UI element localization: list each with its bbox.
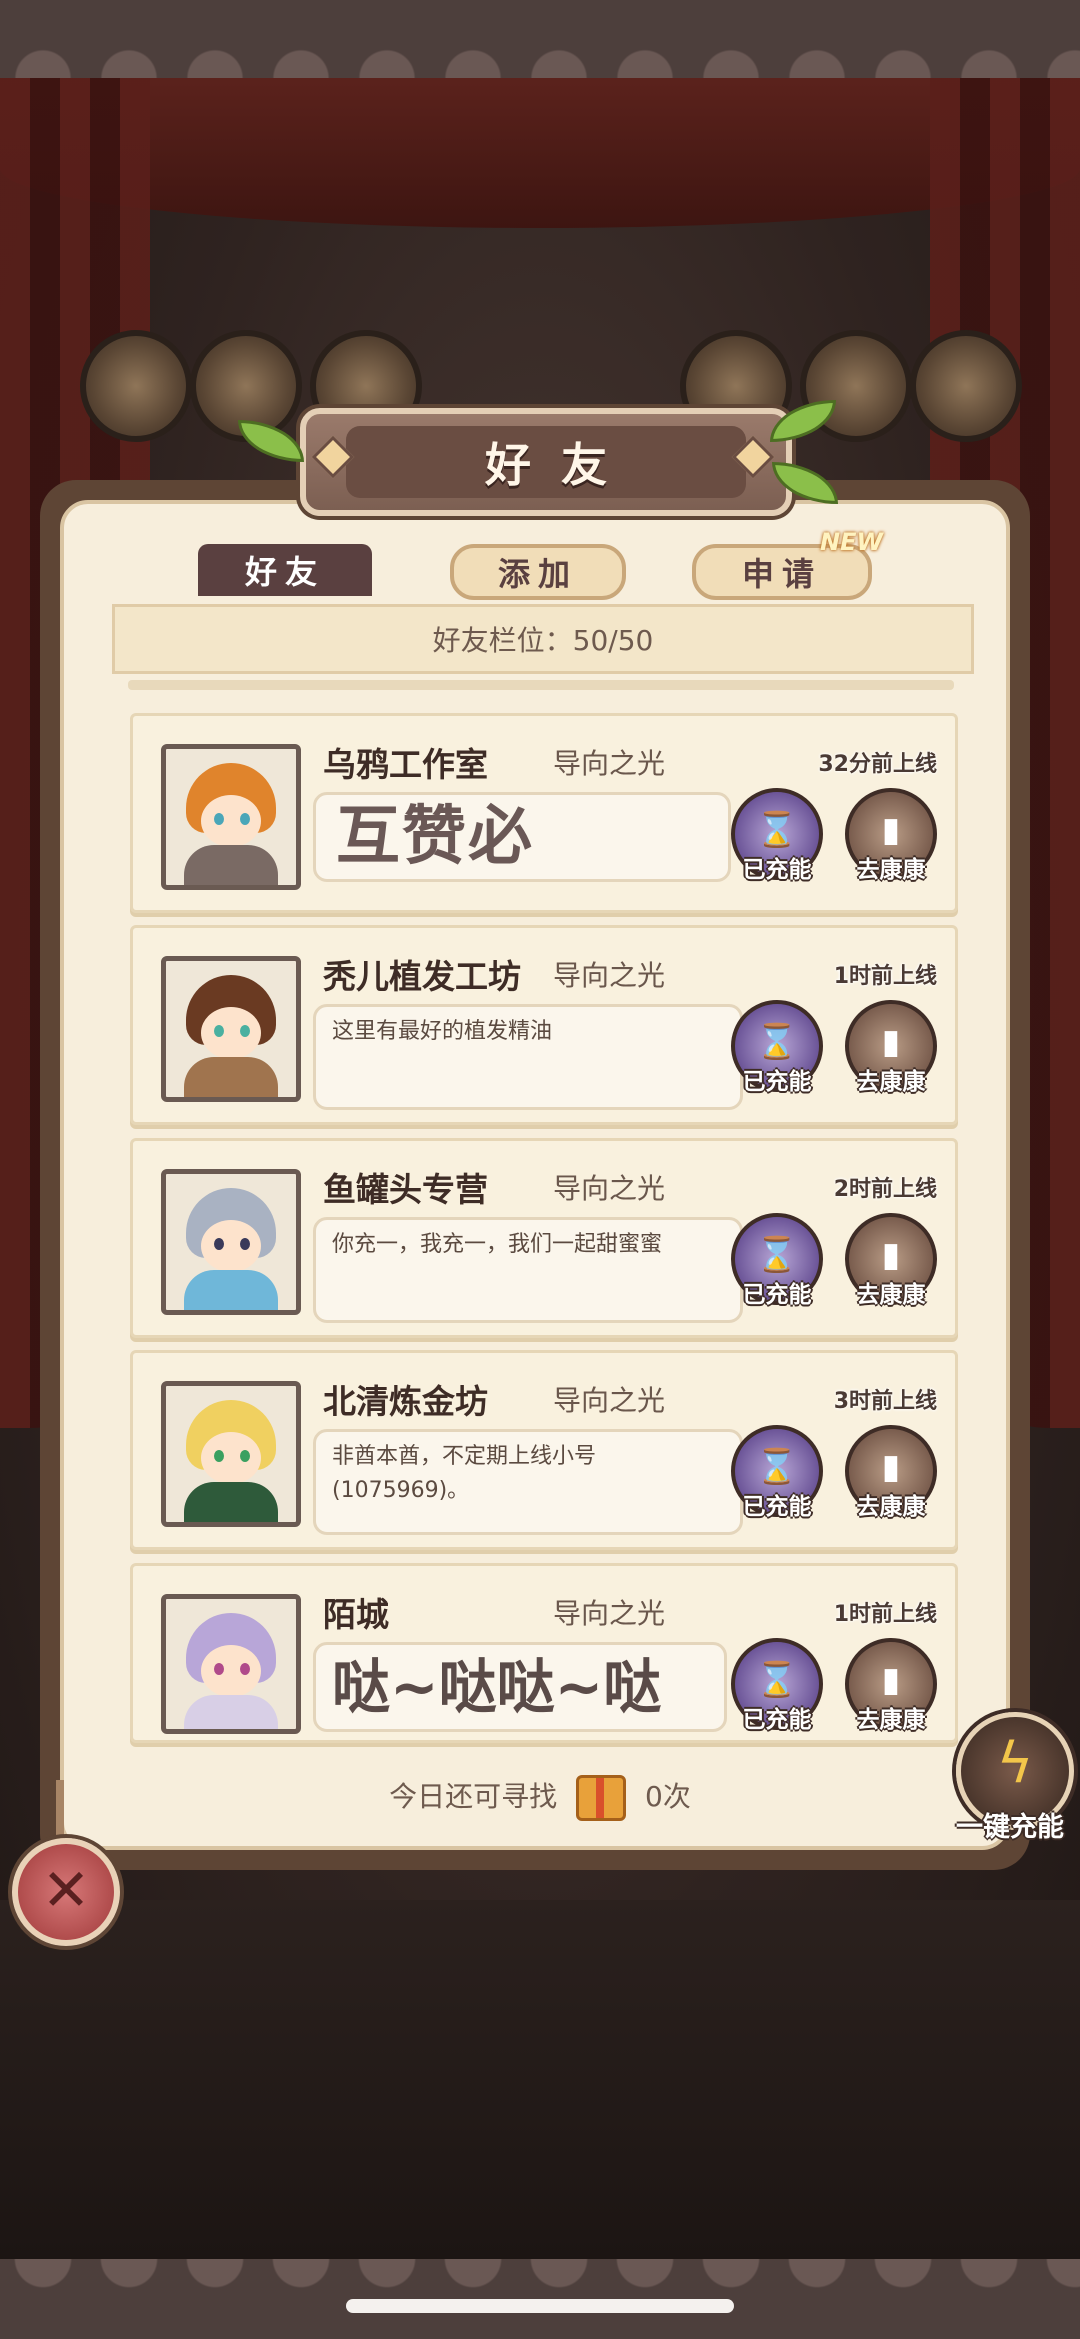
avatar-body [184, 845, 278, 885]
visit-label: 去康康 [856, 857, 926, 883]
charge-label: 已充能 [742, 1069, 812, 1095]
charge-all-label[interactable]: 一键充能 [946, 1805, 1074, 1844]
charge-label: 已充能 [742, 1494, 812, 1520]
last-online: 3时前上线 [833, 1389, 937, 1414]
avatar-face [201, 1220, 261, 1272]
avatar-body [184, 1057, 278, 1097]
avatar[interactable] [161, 1381, 301, 1527]
visit-label: 去康康 [856, 1494, 926, 1520]
visit-label: 去康康 [856, 1707, 926, 1733]
charge-label: 已充能 [742, 1282, 812, 1308]
visit-button[interactable]: ▮ 去康康 [843, 1425, 939, 1520]
last-online: 1时前上线 [833, 964, 937, 989]
charge-button[interactable]: ⌛ 已充能 [729, 1000, 825, 1095]
visit-label: 去康康 [856, 1069, 926, 1095]
avatar[interactable] [161, 1169, 301, 1315]
friend-slots-label: 好友栏位：50/50 [432, 624, 654, 657]
avatar-eye [240, 1663, 250, 1675]
last-online: 32分前上线 [818, 752, 937, 777]
avatar-eye [214, 1450, 224, 1462]
avatar-body [184, 1695, 278, 1729]
avatar-eye [214, 813, 224, 825]
avatar-face [201, 1432, 261, 1484]
last-online: 1时前上线 [833, 1602, 937, 1627]
daily-search-label: 今日还可寻找 [389, 1780, 558, 1813]
avatar-eye [240, 813, 250, 825]
shelf-item [80, 330, 192, 442]
title-plate: 好友 [300, 408, 792, 516]
rope-decoration [56, 1780, 64, 1840]
avatar-face [201, 795, 261, 847]
charge-label: 已充能 [742, 1707, 812, 1733]
avatar-eye [214, 1025, 224, 1037]
avatar-face [201, 1645, 261, 1697]
friend-card: 陌城 导向之光 1时前上线 哒~哒哒~哒 ⌛ 已充能 ▮ 去康康 [130, 1563, 958, 1743]
friend-card: 乌鸦工作室 导向之光 32分前上线 互赞必 ⌛ 已充能 ▮ 去康康 [130, 713, 958, 913]
charge-button[interactable]: ⌛ 已充能 [729, 1213, 825, 1308]
friend-card: 鱼罐头专营 导向之光 2时前上线 你充一，我充一，我们一起甜蜜蜜 ⌛ 已充能 ▮… [130, 1138, 958, 1338]
top-status-bar [0, 0, 1080, 78]
friend-name: 秃儿植发工坊 [323, 957, 521, 996]
avatar[interactable] [161, 744, 301, 890]
friend-message: 这里有最好的植发精油 [313, 1004, 743, 1110]
page-title: 好友 [485, 438, 637, 492]
avatar-body [184, 1270, 278, 1310]
avatar[interactable] [161, 1594, 301, 1734]
visit-label: 去康康 [856, 1282, 926, 1308]
friend-message: 非酋本酋，不定期上线小号(1075969)。 [313, 1429, 743, 1535]
friend-name: 北清炼金坊 [323, 1382, 488, 1421]
friend-server: 导向之光 [553, 1384, 666, 1417]
visit-button[interactable]: ▮ 去康康 [843, 1638, 939, 1733]
friend-message: 哒~哒哒~哒 [313, 1642, 727, 1732]
avatar[interactable] [161, 956, 301, 1102]
title-plate-inner: 好友 [346, 426, 746, 498]
friend-slots-bar: 好友栏位：50/50 [112, 604, 974, 674]
visit-button[interactable]: ▮ 去康康 [843, 1213, 939, 1308]
last-online: 2时前上线 [833, 1177, 937, 1202]
friend-name: 乌鸦工作室 [323, 745, 488, 784]
tab-add[interactable]: 添加 [450, 544, 626, 600]
new-badge: NEW [820, 528, 883, 556]
avatar-eye [214, 1238, 224, 1250]
avatar-body [184, 1482, 278, 1522]
daily-search-count: 0次 [645, 1780, 691, 1813]
list-divider [128, 680, 954, 690]
charge-button[interactable]: ⌛ 已充能 [729, 788, 825, 883]
daily-search-info: 今日还可寻找 0次 [0, 1775, 1080, 1821]
friend-server: 导向之光 [553, 1597, 666, 1630]
friend-message: 互赞必 [313, 792, 731, 882]
gift-icon [576, 1775, 627, 1821]
friend-name: 陌城 [323, 1595, 389, 1634]
stage-floor [0, 1900, 1080, 2259]
avatar-face [201, 1007, 261, 1059]
bottom-bar [0, 2259, 1080, 2339]
charge-label: 已充能 [742, 857, 812, 883]
visit-button[interactable]: ▮ 去康康 [843, 1000, 939, 1095]
friend-message: 你充一，我充一，我们一起甜蜜蜜 [313, 1217, 743, 1323]
close-icon: ✕ [41, 1856, 91, 1924]
avatar-eye [240, 1238, 250, 1250]
charge-button[interactable]: ⌛ 已充能 [729, 1425, 825, 1520]
avatar-eye [214, 1663, 224, 1675]
close-button[interactable]: ✕ [12, 1838, 120, 1946]
avatar-eye [240, 1450, 250, 1462]
tab-friends[interactable]: 好友 [198, 544, 372, 596]
lightning-icon: ϟ [996, 1731, 1034, 1796]
shelf-item [910, 330, 1022, 442]
friend-server: 导向之光 [553, 747, 666, 780]
home-indicator[interactable] [346, 2299, 734, 2313]
friend-server: 导向之光 [553, 1172, 666, 1205]
friend-name: 鱼罐头专营 [323, 1170, 488, 1209]
charge-button[interactable]: ⌛ 已充能 [729, 1638, 825, 1733]
friend-server: 导向之光 [553, 959, 666, 992]
friend-card: 北清炼金坊 导向之光 3时前上线 非酋本酋，不定期上线小号(1075969)。 … [130, 1350, 958, 1550]
friend-card: 秃儿植发工坊 导向之光 1时前上线 这里有最好的植发精油 ⌛ 已充能 ▮ 去康康 [130, 925, 958, 1125]
curtain-valance [0, 78, 1080, 228]
visit-button[interactable]: ▮ 去康康 [843, 788, 939, 883]
avatar-eye [240, 1025, 250, 1037]
